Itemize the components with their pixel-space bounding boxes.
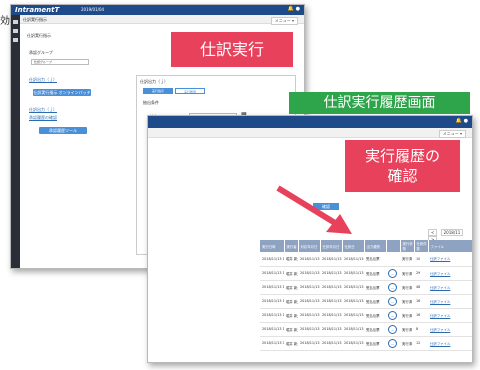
arrow-shaft xyxy=(276,185,342,229)
pointer-arrow xyxy=(276,185,352,234)
